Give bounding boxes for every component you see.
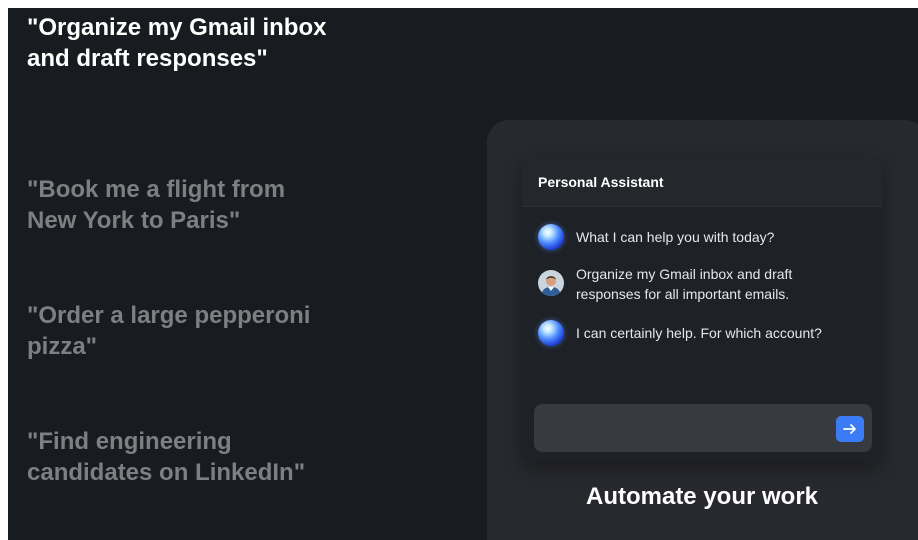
example-prompt-gmail[interactable]: "Organize my Gmail inbox and draft respo… xyxy=(27,12,327,74)
demo-panel: Personal Assistant What I can help you w… xyxy=(487,120,918,540)
user-avatar xyxy=(538,270,564,296)
send-button[interactable] xyxy=(836,416,864,442)
chat-input[interactable] xyxy=(534,404,872,452)
example-prompt-flight[interactable]: "Book me a flight from New York to Paris… xyxy=(27,174,327,236)
assistant-orb-icon xyxy=(538,224,564,250)
example-prompt-pizza[interactable]: "Order a large pepperoni pizza" xyxy=(27,300,327,362)
assistant-orb-icon xyxy=(538,320,564,346)
message-text: I can certainly help. For which account? xyxy=(576,325,822,341)
panel-caption: Automate your work xyxy=(585,483,819,510)
chat-message-assistant: What I can help you with today? xyxy=(538,224,774,250)
page-frame: "Organize my Gmail inbox and draft respo… xyxy=(0,0,918,540)
user-avatar-icon xyxy=(538,270,564,296)
message-text: What I can help you with today? xyxy=(576,229,775,245)
showcase-section: "Organize my Gmail inbox and draft respo… xyxy=(8,8,918,540)
example-prompt-linkedin[interactable]: "Find engineering candidates on LinkedIn… xyxy=(27,426,327,488)
chat-window: Personal Assistant What I can help you w… xyxy=(522,158,882,462)
arrow-right-icon xyxy=(843,424,856,434)
chat-message-assistant: I can certainly help. For which account? xyxy=(538,320,822,346)
chat-title: Personal Assistant xyxy=(522,158,882,207)
message-text: Organize my Gmail inbox and draft respon… xyxy=(576,266,793,302)
chat-message-user: Organize my Gmail inbox and draft respon… xyxy=(538,264,856,304)
